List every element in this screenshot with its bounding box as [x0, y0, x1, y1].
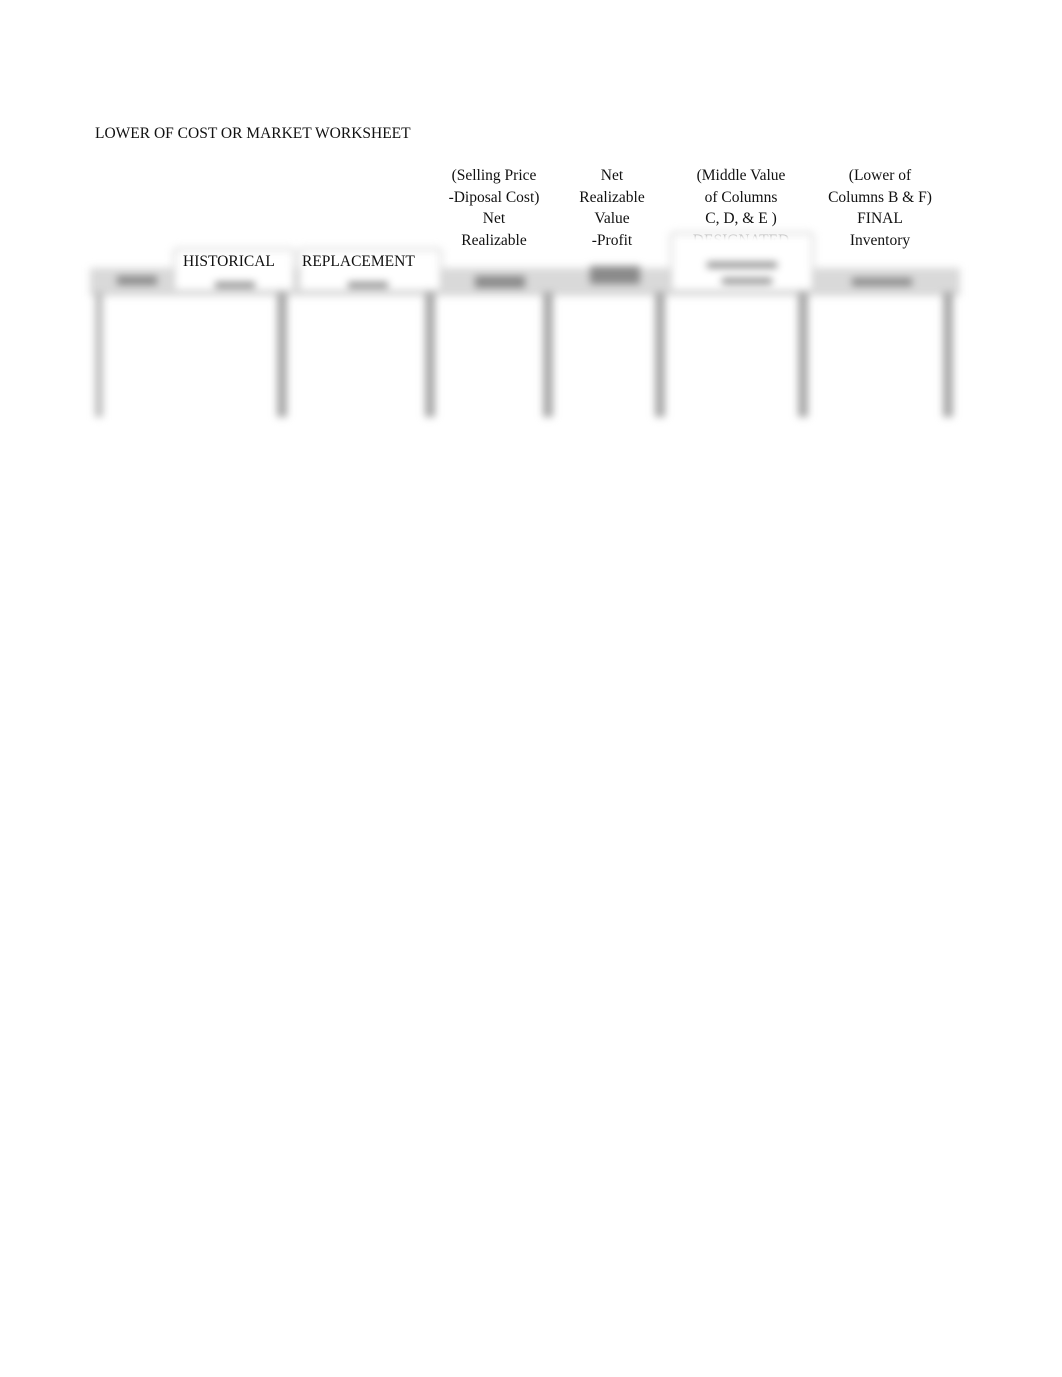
- row-label-column: [95, 292, 103, 417]
- historical-values-column: [277, 292, 287, 417]
- table-header-band: [90, 268, 960, 296]
- header-designated: (Middle Value of Columns C, D, & E ) DES…: [692, 167, 790, 250]
- header-historical: HISTORICAL: [183, 253, 275, 270]
- header-replacement: REPLACEMENT: [302, 253, 415, 270]
- header-glyph: [707, 262, 777, 268]
- header-glyph: [722, 278, 772, 284]
- header-net-realizable: (Selling Price -Diposal Cost) Net Realiz…: [448, 167, 540, 250]
- header-glyph: [117, 276, 157, 285]
- header-glyph: [852, 278, 912, 286]
- nrv-values-column: [543, 292, 553, 417]
- replacement-values-column: [425, 292, 435, 417]
- header-glyph: [215, 282, 255, 288]
- header-final-inventory: (Lower of Columns B & F) FINAL Inventory: [828, 167, 932, 250]
- nrv-profit-values-column: [655, 292, 665, 417]
- header-nrv-less-profit: Net Realizable Value -Profit: [579, 167, 645, 250]
- header-glyph: [475, 276, 525, 288]
- header-glyph: [590, 266, 640, 284]
- header-glyph: [348, 282, 388, 288]
- worksheet-title: LOWER OF COST OR MARKET WORKSHEET: [95, 125, 411, 142]
- final-values-column: [943, 292, 953, 417]
- designated-values-column: [798, 292, 808, 417]
